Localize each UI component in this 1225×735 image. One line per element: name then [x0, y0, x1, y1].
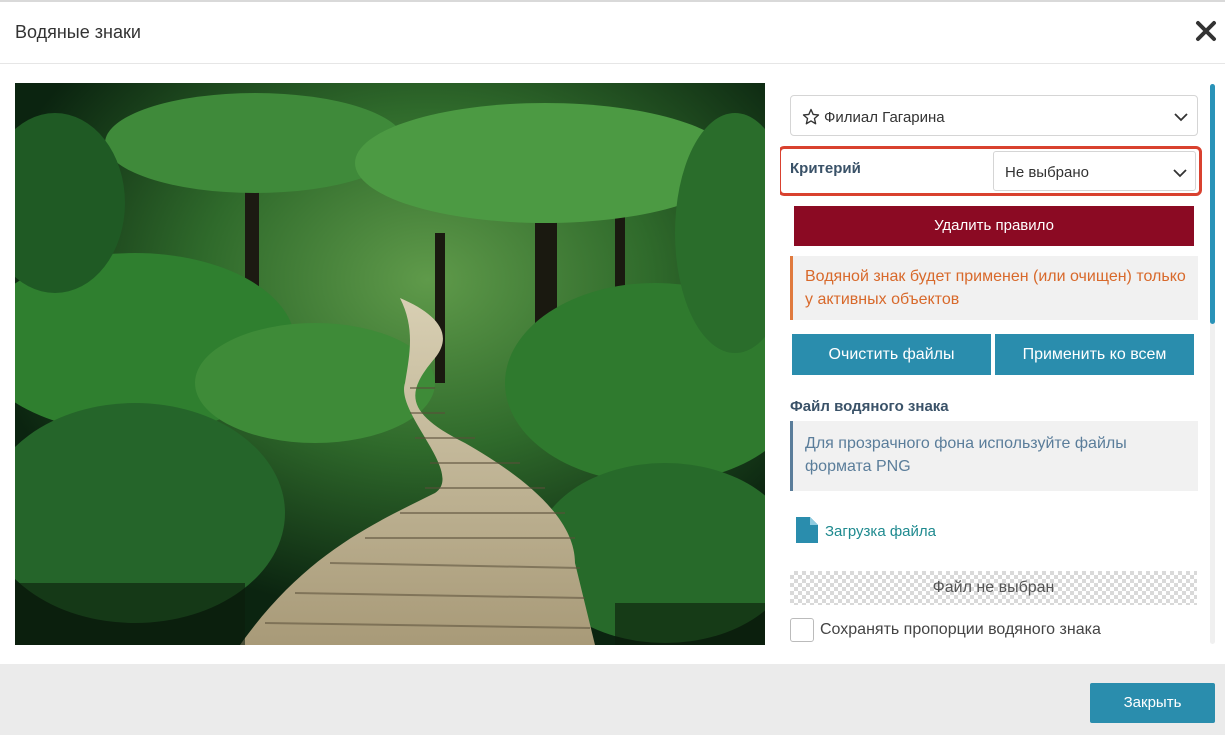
no-file-text: Файл не выбран	[932, 579, 1055, 596]
info-text: Для прозрачного фона используйте файлы ф…	[805, 435, 1127, 475]
scrollbar-thumb[interactable]	[1210, 84, 1215, 324]
criteria-select-value: Не выбрано	[1005, 164, 1089, 181]
dialog-body: Филиал Гагарина Критерий Не выбрано Удал…	[0, 64, 1225, 664]
forest-path-photo	[15, 83, 765, 645]
branch-select[interactable]: Филиал Гагарина	[790, 95, 1198, 136]
chevron-down-icon	[1174, 113, 1188, 122]
file-icon	[796, 517, 818, 543]
criteria-label: Критерий	[790, 160, 861, 177]
watermark-file-heading: Файл водяного знака	[790, 398, 949, 415]
close-icon[interactable]	[1193, 18, 1219, 44]
image-preview	[15, 83, 765, 645]
watermark-preview-area: Файл не выбран	[790, 571, 1197, 605]
panel-scrollbar[interactable]	[1210, 84, 1215, 644]
keep-proportions-label: Сохранять пропорции водяного знака	[820, 621, 1101, 638]
clear-files-button[interactable]: Очистить файлы	[792, 334, 991, 375]
settings-panel: Филиал Гагарина Критерий Не выбрано Удал…	[780, 74, 1210, 664]
warning-text: Водяной знак будет применен (или очищен)…	[805, 268, 1186, 308]
watermarks-dialog: Водяные знаки Филиал Гагарина Критерий Н…	[0, 0, 1225, 735]
star-icon	[802, 108, 820, 125]
close-button[interactable]: Закрыть	[1090, 683, 1215, 723]
info-alert: Для прозрачного фона используйте файлы ф…	[790, 421, 1198, 491]
dialog-header: Водяные знаки	[0, 0, 1225, 64]
top-border	[0, 0, 1225, 2]
dialog-footer: Закрыть	[0, 664, 1225, 735]
apply-all-button[interactable]: Применить ко всем	[995, 334, 1194, 375]
dialog-title: Водяные знаки	[15, 22, 141, 42]
upload-file-label: Загрузка файла	[825, 523, 936, 540]
warning-alert: Водяной знак будет применен (или очищен)…	[790, 256, 1198, 320]
branch-select-value: Филиал Гагарина	[824, 109, 945, 126]
delete-rule-button[interactable]: Удалить правило	[794, 206, 1194, 246]
criteria-select[interactable]: Не выбрано	[993, 151, 1196, 191]
chevron-down-icon	[1173, 169, 1187, 178]
keep-proportions-checkbox[interactable]	[790, 618, 814, 642]
